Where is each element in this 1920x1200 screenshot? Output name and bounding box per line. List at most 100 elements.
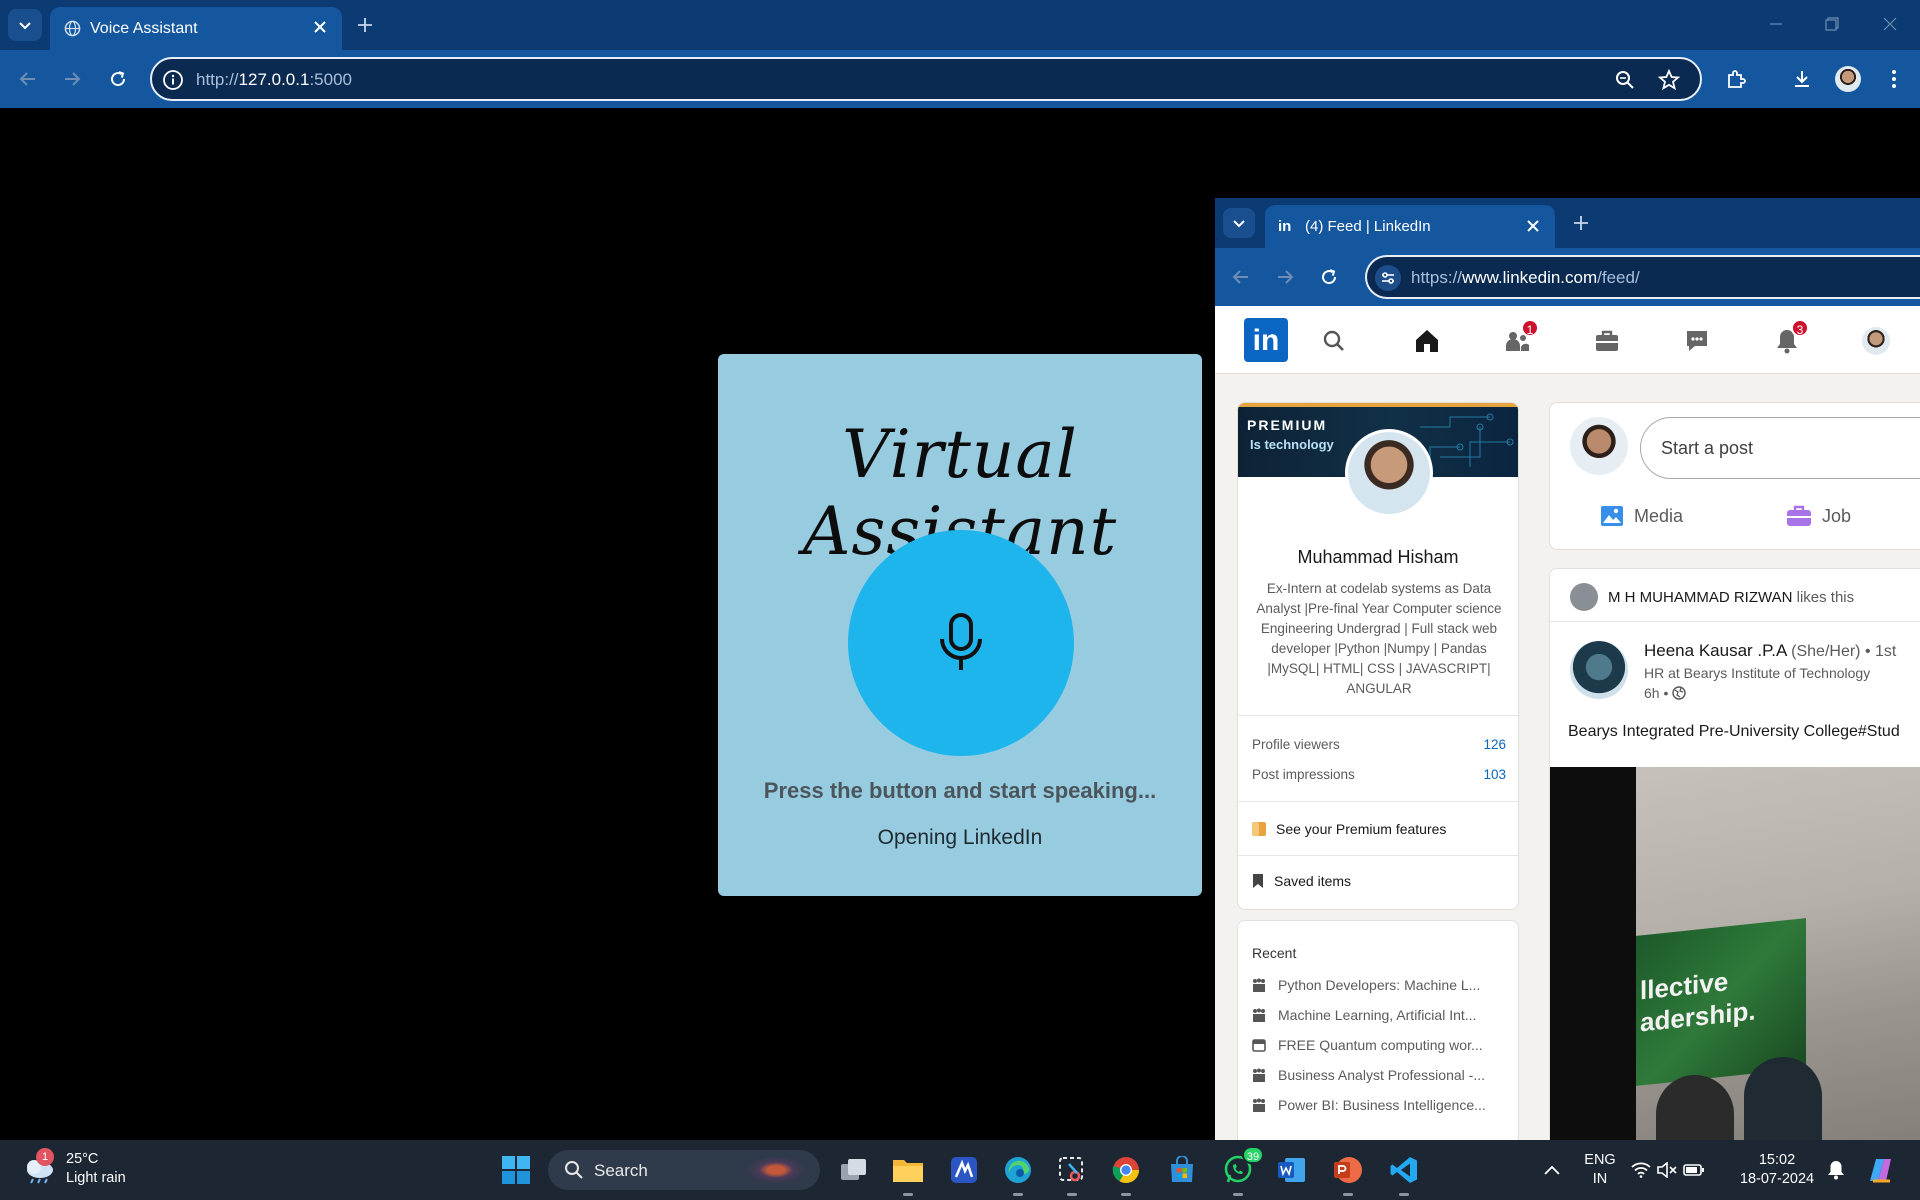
running-indicator: [1013, 1193, 1023, 1196]
forward-button[interactable]: [58, 65, 86, 93]
scissors-icon: [1059, 1157, 1083, 1182]
edge-button[interactable]: [1000, 1152, 1036, 1196]
group-icon: [1253, 1098, 1265, 1112]
author-avatar[interactable]: [1570, 641, 1628, 699]
post-author[interactable]: Heena Kausar .P.A (She/Her) • 1st: [1644, 641, 1896, 661]
nav-search-button[interactable]: [1318, 325, 1350, 357]
saved-items-link[interactable]: Saved items: [1252, 873, 1351, 889]
weather-icon: 1: [22, 1148, 56, 1184]
recent-item[interactable]: FREE Quantum computing wor...: [1252, 1037, 1512, 1053]
powerpoint-button[interactable]: [1330, 1152, 1366, 1196]
microsoft-store-button[interactable]: [1164, 1152, 1200, 1188]
chrome-button[interactable]: [1108, 1152, 1144, 1196]
volume-muted-icon: [1657, 1162, 1677, 1178]
divider: [1238, 801, 1518, 802]
snipping-tool-button[interactable]: [1054, 1152, 1090, 1196]
info-icon[interactable]: [162, 69, 184, 91]
copilot-button[interactable]: [1862, 1152, 1898, 1188]
word-button[interactable]: [1274, 1152, 1310, 1188]
tab-linkedin-feed[interactable]: in (4) Feed | LinkedIn: [1265, 205, 1555, 248]
linkedin-toolbar: https://www.linkedin.com/feed/: [1215, 248, 1920, 306]
microphone-button[interactable]: [848, 530, 1074, 756]
tab-close-icon[interactable]: [1523, 216, 1543, 236]
post-time: 6h •: [1644, 685, 1687, 701]
recent-heading: Recent: [1252, 945, 1297, 961]
menu-button[interactable]: [1880, 65, 1908, 93]
bookmark-star-icon[interactable]: [1658, 69, 1680, 91]
bell-icon: [1828, 1161, 1844, 1180]
zoom-icon[interactable]: [1614, 69, 1636, 91]
linkedin-favicon-icon: in: [1278, 218, 1292, 235]
profile-avatar-button[interactable]: [1834, 65, 1862, 93]
profile-name[interactable]: Muhammad Hisham: [1238, 547, 1518, 568]
extensions-button[interactable]: [1722, 65, 1750, 93]
post-impressions-row[interactable]: Post impressions 103: [1252, 767, 1506, 782]
search-icon: [1323, 330, 1344, 351]
recent-item[interactable]: Python Developers: Machine L...: [1252, 977, 1512, 993]
taskbar-search[interactable]: Search: [548, 1150, 820, 1190]
nav-jobs-button[interactable]: [1591, 325, 1623, 357]
weather-widget[interactable]: 1 25°C Light rain: [22, 1148, 126, 1188]
reload-button[interactable]: [1315, 263, 1343, 291]
file-explorer-button[interactable]: [890, 1152, 926, 1196]
site-settings-icon[interactable]: [1375, 265, 1401, 291]
recent-item[interactable]: Power BI: Business Intelligence...: [1252, 1097, 1512, 1113]
start-button[interactable]: [498, 1152, 534, 1188]
nav-notifications-button[interactable]: 3: [1771, 319, 1809, 357]
app-button[interactable]: [946, 1152, 982, 1188]
tab-close-icon[interactable]: [310, 17, 330, 37]
new-tab-button[interactable]: [1569, 211, 1593, 235]
home-icon: [1416, 330, 1438, 352]
assistant-status: Opening LinkedIn: [877, 826, 1043, 849]
post-image[interactable]: llective adership.: [1550, 767, 1920, 1140]
close-window-button[interactable]: [1878, 12, 1902, 36]
new-tab-button[interactable]: [353, 13, 377, 37]
back-button[interactable]: [14, 65, 42, 93]
restore-button[interactable]: [1820, 12, 1844, 36]
recent-item[interactable]: Business Analyst Professional -...: [1252, 1067, 1512, 1083]
social-context: M H MUHAMMAD RIZWAN likes this: [1570, 583, 1854, 611]
liker-name[interactable]: M H MUHAMMAD RIZWAN: [1608, 589, 1792, 606]
profile-viewers-row[interactable]: Profile viewers 126: [1252, 737, 1506, 752]
start-post-button[interactable]: Start a post: [1640, 417, 1920, 479]
show-hidden-icons-button[interactable]: [1534, 1152, 1570, 1188]
premium-features-link[interactable]: See your Premium features: [1252, 821, 1446, 837]
task-view-button[interactable]: [836, 1152, 872, 1188]
tab-voice-assistant[interactable]: Voice Assistant: [50, 7, 342, 50]
nav-home-button[interactable]: [1411, 325, 1443, 357]
premium-features-label: See your Premium features: [1276, 821, 1447, 837]
job-button[interactable]: Job: [1786, 505, 1851, 527]
clock[interactable]: 15:02 18-07-2024: [1730, 1151, 1824, 1189]
media-button[interactable]: Media: [1600, 505, 1683, 527]
nav-messaging-button[interactable]: [1681, 325, 1713, 357]
profile-avatar[interactable]: [1345, 429, 1433, 517]
downloads-button[interactable]: [1788, 65, 1816, 93]
reload-button[interactable]: [104, 65, 132, 93]
vscode-button[interactable]: [1386, 1152, 1422, 1196]
address-bar[interactable]: https://www.linkedin.com/feed/: [1365, 255, 1920, 299]
tab-search-button[interactable]: [8, 9, 42, 41]
tab-search-button[interactable]: [1223, 208, 1255, 238]
language-code: ENG: [1584, 1152, 1616, 1168]
divider: [1238, 715, 1518, 716]
avatar[interactable]: [1570, 583, 1598, 611]
stat-label: Profile viewers: [1252, 737, 1340, 752]
nav-network-button[interactable]: 1: [1501, 319, 1539, 357]
weather-badge: 1: [36, 1148, 54, 1166]
chevron-down-icon: [1233, 220, 1245, 228]
minimize-button[interactable]: [1764, 12, 1788, 36]
start-post-placeholder: Start a post: [1661, 438, 1754, 458]
notifications-button[interactable]: [1818, 1152, 1854, 1188]
forward-button[interactable]: [1271, 263, 1299, 291]
post-time-label: 6h •: [1644, 685, 1669, 701]
linkedin-logo[interactable]: in: [1244, 318, 1288, 362]
language-indicator[interactable]: ENG IN: [1574, 1151, 1626, 1189]
whatsapp-button[interactable]: 39: [1220, 1146, 1264, 1196]
quick-settings-button[interactable]: [1630, 1152, 1706, 1188]
nav-me-button[interactable]: [1860, 325, 1892, 357]
recent-item[interactable]: Machine Learning, Artificial Int...: [1252, 1007, 1512, 1023]
avatar[interactable]: [1570, 417, 1628, 475]
back-button[interactable]: [1227, 263, 1255, 291]
download-icon: [1795, 71, 1809, 87]
address-bar[interactable]: http://127.0.0.1:5000: [150, 57, 1702, 101]
